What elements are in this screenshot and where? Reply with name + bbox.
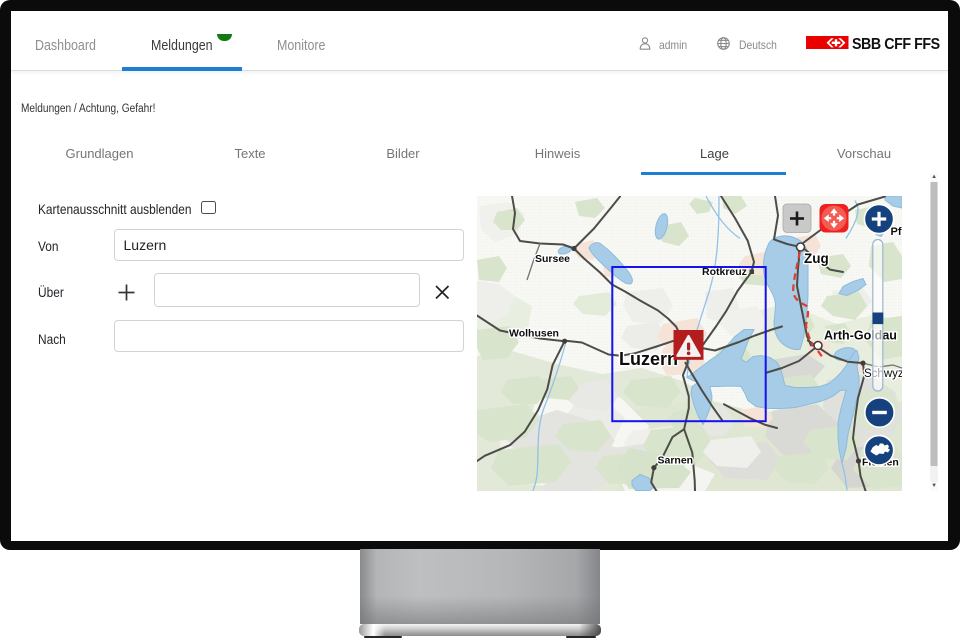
svg-text:Sursee: Sursee xyxy=(535,253,570,265)
svg-text:Arth-Goldau: Arth-Goldau xyxy=(824,328,897,342)
svg-text:Wolhusen: Wolhusen xyxy=(509,327,559,339)
svg-text:Luzern: Luzern xyxy=(619,349,678,369)
svg-text:Sarnen: Sarnen xyxy=(658,454,694,466)
svg-text:Zug: Zug xyxy=(804,251,829,266)
svg-text:Pf: Pf xyxy=(891,226,902,238)
